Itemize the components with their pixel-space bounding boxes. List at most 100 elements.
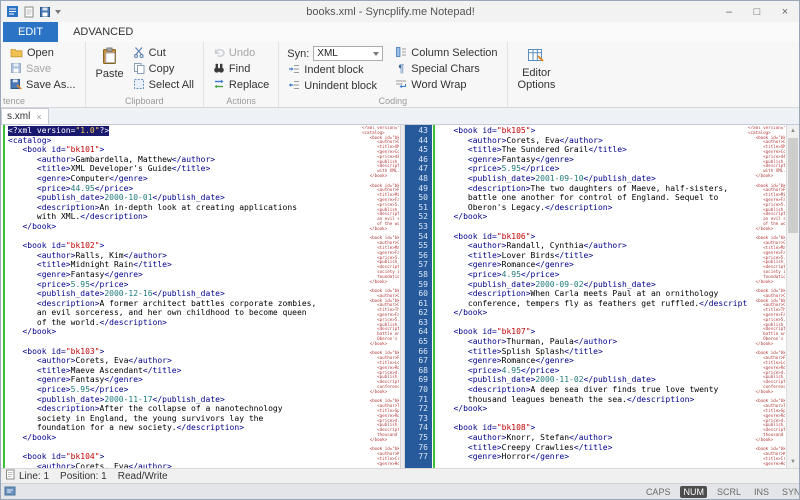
document-tab[interactable]: s.xml ×: [1, 108, 49, 124]
code-line[interactable]: society in England, the young survivors …: [8, 414, 400, 424]
tab-advanced[interactable]: ADVANCED: [58, 22, 148, 42]
code-line[interactable]: </book>: [439, 404, 786, 414]
code-line[interactable]: <price>5.95</price>: [8, 385, 400, 395]
open-button[interactable]: Open: [6, 45, 80, 61]
replace-button[interactable]: Replace: [209, 77, 273, 93]
app-icon[interactable]: [6, 5, 19, 18]
code-line[interactable]: <title>Midnight Rain</title>: [8, 260, 400, 270]
code-line[interactable]: <publish_date>2000-09-02</publish_date>: [439, 280, 786, 290]
code-line[interactable]: [8, 337, 400, 347]
code-line[interactable]: <genre>Fantasy</genre>: [8, 375, 400, 385]
code-line[interactable]: <title>Maeve Ascendant</title>: [8, 366, 400, 376]
close-button[interactable]: ×: [771, 2, 799, 22]
code-line[interactable]: <genre>Fantasy</genre>: [439, 155, 786, 165]
code-line[interactable]: <description>An in-depth look at creatin…: [8, 203, 400, 213]
editor-pane-left[interactable]: <?xml version="1.0"?> <catalog> <book id=…: [1, 125, 400, 468]
code-line[interactable]: <book id="bk104">: [8, 452, 400, 462]
code-line[interactable]: <title>Creepy Crawlies</title>: [439, 443, 786, 453]
code-line[interactable]: <author>Ralls, Kim</author>: [8, 251, 400, 261]
code-line[interactable]: <?xml version="1.0"?>: [8, 126, 110, 136]
code-line[interactable]: <price>5.95</price>: [439, 164, 786, 174]
code-line[interactable]: <title>The Sundered Grail</title>: [439, 145, 786, 155]
unindent-block-button[interactable]: Unindent block: [284, 78, 383, 94]
code-line[interactable]: <catalog>: [8, 136, 400, 146]
cut-button[interactable]: Cut: [129, 45, 198, 61]
vertical-scrollbar[interactable]: ▲ ▼: [786, 125, 799, 468]
code-view-right[interactable]: <book id="bk105"> <author>Corets, Eva</a…: [439, 126, 786, 468]
code-line[interactable]: [8, 443, 400, 453]
code-view-left[interactable]: <?xml version="1.0"?> <catalog> <book id=…: [8, 126, 400, 468]
paste-button[interactable]: Paste: [91, 45, 129, 82]
tab-close-icon[interactable]: ×: [36, 112, 41, 122]
code-line[interactable]: <author>Knorr, Stefan</author>: [439, 433, 786, 443]
code-line[interactable]: [439, 318, 786, 328]
code-line[interactable]: <book id="bk107">: [439, 327, 786, 337]
sync-toggle[interactable]: SYNC: [779, 486, 799, 498]
code-line[interactable]: [439, 222, 786, 232]
num-lock-toggle[interactable]: NUM: [680, 485, 707, 498]
code-line[interactable]: </book>: [8, 327, 400, 337]
code-line[interactable]: <publish_date>2000-11-17</publish_date>: [8, 395, 400, 405]
minimap-right[interactable]: <?xml version="1.0"?> <catalog> <book id…: [748, 126, 785, 468]
code-line[interactable]: <price>44.95</price>: [8, 184, 400, 194]
syntax-select[interactable]: XML: [313, 46, 384, 61]
code-line[interactable]: <author>Gambardella, Matthew</author>: [8, 155, 400, 165]
editor-pane-right[interactable]: <book id="bk105"> <author>Corets, Eva</a…: [432, 125, 786, 468]
caps-lock-toggle[interactable]: CAPS: [643, 486, 674, 498]
code-line[interactable]: <description>After the collapse of a nan…: [8, 404, 400, 414]
code-line[interactable]: </book>: [439, 212, 786, 222]
save-button[interactable]: Save: [6, 61, 80, 77]
code-line[interactable]: <title>XML Developer's Guide</title>: [8, 164, 400, 174]
word-wrap-button[interactable]: Word Wrap: [391, 77, 501, 93]
code-line[interactable]: <price>4.95</price>: [439, 366, 786, 376]
special-chars-button[interactable]: ¶ Special Chars: [391, 61, 501, 77]
code-line[interactable]: <description>The two daughters of Maeve,…: [439, 184, 786, 194]
code-line[interactable]: with XML.</description>: [8, 212, 400, 222]
code-line[interactable]: Oberon's Legacy.</description>: [439, 203, 786, 213]
code-line[interactable]: <book id="bk105">: [439, 126, 786, 136]
qat-save-icon[interactable]: [39, 6, 51, 18]
code-line[interactable]: <publish_date>2000-12-16</publish_date>: [8, 289, 400, 299]
code-line[interactable]: an evil sorceress, and her own childhood…: [8, 308, 400, 318]
editor-options-button[interactable]: Editor Options: [513, 45, 561, 93]
code-line[interactable]: <author>Corets, Eva</author>: [8, 356, 400, 366]
code-line[interactable]: <title>Lover Birds</title>: [439, 251, 786, 261]
code-line[interactable]: <genre>Romance</genre>: [439, 260, 786, 270]
code-line[interactable]: <book id="bk103">: [8, 347, 400, 357]
code-line[interactable]: <description>A deep sea diver finds true…: [439, 385, 786, 395]
code-line[interactable]: </book>: [8, 433, 400, 443]
code-line[interactable]: <author>Corets, Eva</author>: [8, 462, 400, 468]
save-as-button[interactable]: Save As...: [6, 77, 80, 93]
scroll-down-icon[interactable]: ▼: [787, 456, 799, 468]
copy-button[interactable]: Copy: [129, 61, 198, 77]
code-line[interactable]: <publish_date>2000-11-02</publish_date>: [439, 375, 786, 385]
code-line[interactable]: <author>Thurman, Paula</author>: [439, 337, 786, 347]
qat-new-document-icon[interactable]: [23, 6, 35, 18]
maximize-button[interactable]: □: [743, 2, 771, 22]
code-line[interactable]: <title>Splish Splash</title>: [439, 347, 786, 357]
scroll-lock-toggle[interactable]: SCRL: [714, 486, 744, 498]
code-line[interactable]: [8, 232, 400, 242]
code-line[interactable]: thousand leagues beneath the sea.</descr…: [439, 395, 786, 405]
select-all-button[interactable]: Select All: [129, 77, 198, 93]
indent-block-button[interactable]: Indent block: [284, 62, 383, 78]
code-line[interactable]: <genre>Romance</genre>: [439, 356, 786, 366]
code-line[interactable]: foundation for a new society.</descripti…: [8, 423, 400, 433]
qat-chevron-down-icon[interactable]: [55, 9, 61, 14]
code-line[interactable]: </book>: [439, 308, 786, 318]
minimize-button[interactable]: –: [715, 2, 743, 22]
code-line[interactable]: <publish_date>2000-10-01</publish_date>: [8, 193, 400, 203]
code-line[interactable]: <price>5.95</price>: [8, 280, 400, 290]
column-selection-button[interactable]: Column Selection: [391, 45, 501, 61]
minimap-left[interactable]: <?xml version="1.0"?> <catalog> <book id…: [362, 126, 399, 468]
undo-button[interactable]: Undo: [209, 45, 273, 61]
code-line[interactable]: <book id="bk102">: [8, 241, 400, 251]
code-line[interactable]: <genre>Computer</genre>: [8, 174, 400, 184]
code-line[interactable]: of the world.</description>: [8, 318, 400, 328]
code-line[interactable]: <book id="bk106">: [439, 232, 786, 242]
code-line[interactable]: <description>A former architect battles …: [8, 299, 400, 309]
insert-mode-toggle[interactable]: INS: [751, 486, 772, 498]
code-line[interactable]: <description>When Carla meets Paul at an…: [439, 289, 786, 299]
code-line[interactable]: [439, 414, 786, 424]
code-line[interactable]: <price>4.95</price>: [439, 270, 786, 280]
